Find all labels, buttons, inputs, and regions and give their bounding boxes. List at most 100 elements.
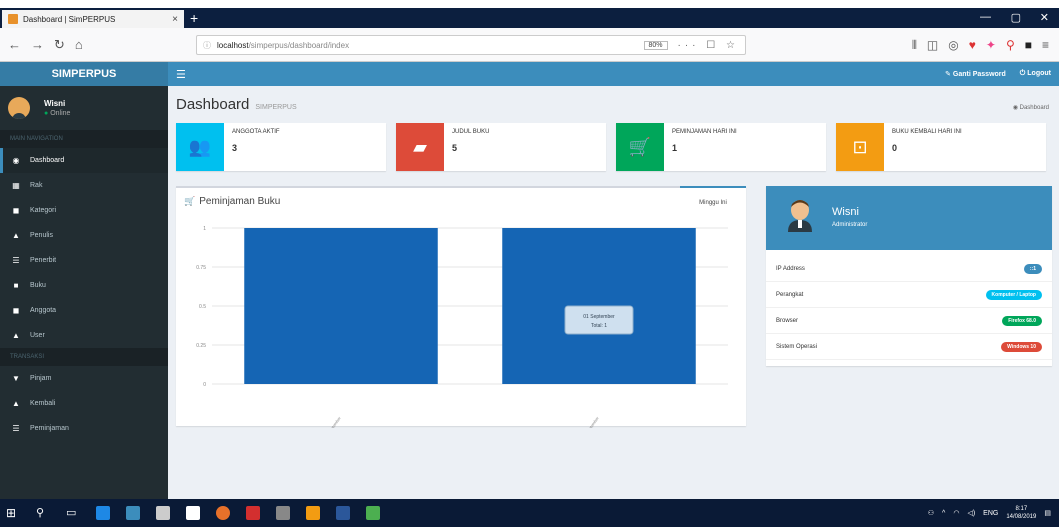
sidebar-item-label: Dashboard — [30, 157, 65, 164]
sidebar-header-transaksi: TRANSAKSI — [0, 348, 168, 366]
y-tick-label: 0 — [203, 382, 206, 388]
task-view-icon[interactable]: ▭ — [66, 506, 80, 520]
store-icon[interactable] — [156, 506, 170, 520]
url-bar[interactable]: ⓘ localhost /simperpus/dashboard/index 8… — [196, 35, 746, 55]
sidebar-item-user[interactable]: ▲ User — [0, 323, 168, 348]
sidebar-item-pinjam[interactable]: ▼ Pinjam — [0, 366, 168, 391]
info-box-1: 👥 ANGGOTA AKTIF 3 — [176, 123, 386, 171]
bar-chart: 1 0.75 0.5 0.25 0 01 September 02 September 01 … — [196, 226, 728, 428]
screenshot-icon[interactable]: ◎ — [948, 38, 958, 53]
app-logo[interactable]: SIMPERPUS — [0, 62, 168, 86]
people-icon[interactable]: ⚇ — [928, 509, 934, 517]
profile-row-label: Browser — [776, 317, 799, 324]
minimize-icon[interactable]: — — [980, 11, 991, 23]
home-icon[interactable]: ⌂ — [75, 37, 83, 52]
grid-icon: ▦ — [12, 181, 20, 190]
library-icon[interactable]: ⫴ — [912, 38, 917, 53]
profile-header: Wisni Administrator — [766, 186, 1052, 250]
addon-icon[interactable]: ■ — [1025, 38, 1032, 53]
admin-avatar-icon — [788, 200, 812, 232]
breadcrumb[interactable]: ◉ Dashboard — [1013, 104, 1049, 111]
info-box-value: 5 — [452, 143, 458, 153]
change-password-link[interactable]: ✎ Ganti Password — [945, 70, 1006, 78]
edge-icon[interactable] — [96, 506, 110, 520]
app-icon-3[interactable] — [306, 506, 320, 520]
tab-title: Dashboard | SimPERPUS — [23, 14, 116, 24]
search-ext-icon[interactable]: ⚲ — [1006, 38, 1015, 53]
sidebar-item-penerbit[interactable]: ☰ Penerbit — [0, 248, 168, 273]
sidebar-toggle-icon[interactable]: ☰ — [176, 68, 186, 81]
sidebar-item-label: Anggota — [30, 307, 57, 314]
close-window-icon[interactable]: ✕ — [1040, 11, 1049, 24]
sidebar-item-buku[interactable]: ■ Buku — [0, 273, 168, 298]
sidebar-item-anggota[interactable]: ◼ Anggota — [0, 298, 168, 323]
sidebar-item-dashboard[interactable]: ◉ Dashboard — [0, 148, 168, 173]
list-icon: ☰ — [12, 256, 20, 265]
avatar — [8, 97, 30, 119]
browser-tab[interactable]: Dashboard | SimPERPUS × — [2, 10, 184, 28]
windows-taskbar: ⊞ ⚲ ▭ ⚇ ^ ◠ ◁) ENG 8:17 14/08/2019 ▤ — [0, 499, 1059, 527]
profile-row: IP Address::1 — [766, 256, 1052, 282]
app-icon-2[interactable] — [276, 506, 290, 520]
profile-row-label: IP Address — [776, 265, 805, 272]
tray-chevron-icon[interactable]: ^ — [942, 510, 945, 517]
sidebar-item-kategori[interactable]: ◼ Kategori — [0, 198, 168, 223]
network-icon[interactable]: ◠ — [953, 509, 959, 517]
clock[interactable]: 8:17 14/08/2019 — [1006, 505, 1036, 521]
sidebar-item-label: Peminjaman — [30, 425, 69, 432]
info-box-label: JUDUL BUKU — [452, 129, 490, 135]
word-icon[interactable] — [336, 506, 350, 520]
inbox-icon: ⊡ — [836, 123, 884, 171]
sidebar-item-penulis[interactable]: ▲ Penulis — [0, 223, 168, 248]
volume-icon[interactable]: ◁) — [967, 509, 975, 517]
info-box-value: 3 — [232, 143, 238, 153]
sidebar-icon[interactable]: ◫ — [927, 38, 938, 53]
user-panel: Wisni ● Online — [0, 86, 168, 130]
menu-icon[interactable]: ≡ — [1042, 38, 1049, 53]
language-indicator[interactable]: ENG — [983, 510, 998, 517]
sidebar-item-rak[interactable]: ▦ Rak — [0, 173, 168, 198]
book-icon: ■ — [13, 281, 19, 290]
logout-link[interactable]: ⏻ Logout — [1020, 70, 1051, 78]
info-box-value: 0 — [892, 143, 898, 153]
notification-icon[interactable]: ▤ — [1044, 509, 1051, 517]
zoom-level[interactable]: 80% — [643, 40, 668, 50]
new-tab-button[interactable]: + — [190, 11, 198, 25]
list-icon: ☰ — [12, 424, 20, 433]
chart-box: 🛒 Peminjaman Buku Minggu Ini 1 0.75 0.5 0.25… — [176, 186, 746, 428]
page-actions[interactable]: ··· ☐ ☆ — [678, 40, 739, 51]
sidebar-item-label: Pinjam — [30, 375, 52, 382]
book-icon: ▰ — [396, 123, 444, 171]
mail-icon[interactable] — [186, 506, 200, 520]
maximize-icon[interactable]: ▢ — [1011, 11, 1021, 24]
bookmark-icon: ◼ — [12, 206, 20, 215]
search-icon[interactable]: ⚲ — [36, 506, 50, 520]
profile-row: Perangkat Komputer / Laptop — [766, 282, 1052, 308]
app-icon-1[interactable] — [126, 506, 140, 520]
info-box-label: BUKU KEMBALI HARI INI — [892, 129, 962, 135]
reload-icon[interactable]: ↻ — [54, 37, 65, 53]
forward-icon[interactable]: → — [31, 37, 44, 52]
extension-icon[interactable]: ✦ — [986, 38, 996, 53]
info-icon[interactable]: ⓘ — [203, 40, 211, 51]
sidebar-item-peminjaman[interactable]: ☰ Peminjaman — [0, 416, 168, 441]
tab-close-icon[interactable]: × — [172, 14, 178, 25]
sidebar: Wisni ● Online MAIN NAVIGATION ◉ Dashboar… — [0, 86, 168, 499]
sidebar-item-kembali[interactable]: ▲ Kembali — [0, 391, 168, 416]
acrobat-icon[interactable] — [246, 506, 260, 520]
user-icon: ▲ — [12, 231, 20, 240]
content-wrapper: Dashboard SIMPERPUS ◉ Dashboard 👥 ANGGOTA… — [168, 86, 1059, 499]
dashboard-icon: ◉ — [12, 156, 20, 165]
back-icon[interactable]: ← — [8, 37, 21, 52]
user-status: ● Online — [44, 110, 71, 117]
y-tick-label: 1 — [203, 226, 206, 232]
app-header: SIMPERPUS ☰ ✎ Ganti Password ⏻ Logout — [0, 62, 1059, 86]
chart-tooltip — [564, 305, 634, 335]
firefox-icon[interactable] — [216, 506, 230, 520]
windows-start-icon[interactable]: ⊞ — [6, 506, 20, 520]
sidebar-item-label: Penulis — [30, 232, 53, 239]
app-icon-4[interactable] — [366, 506, 380, 520]
y-tick-label: 0.5 — [199, 304, 206, 310]
status-badge: Firefox 68.0 — [1002, 315, 1042, 326]
pocket-icon[interactable]: ♥ — [969, 38, 976, 53]
